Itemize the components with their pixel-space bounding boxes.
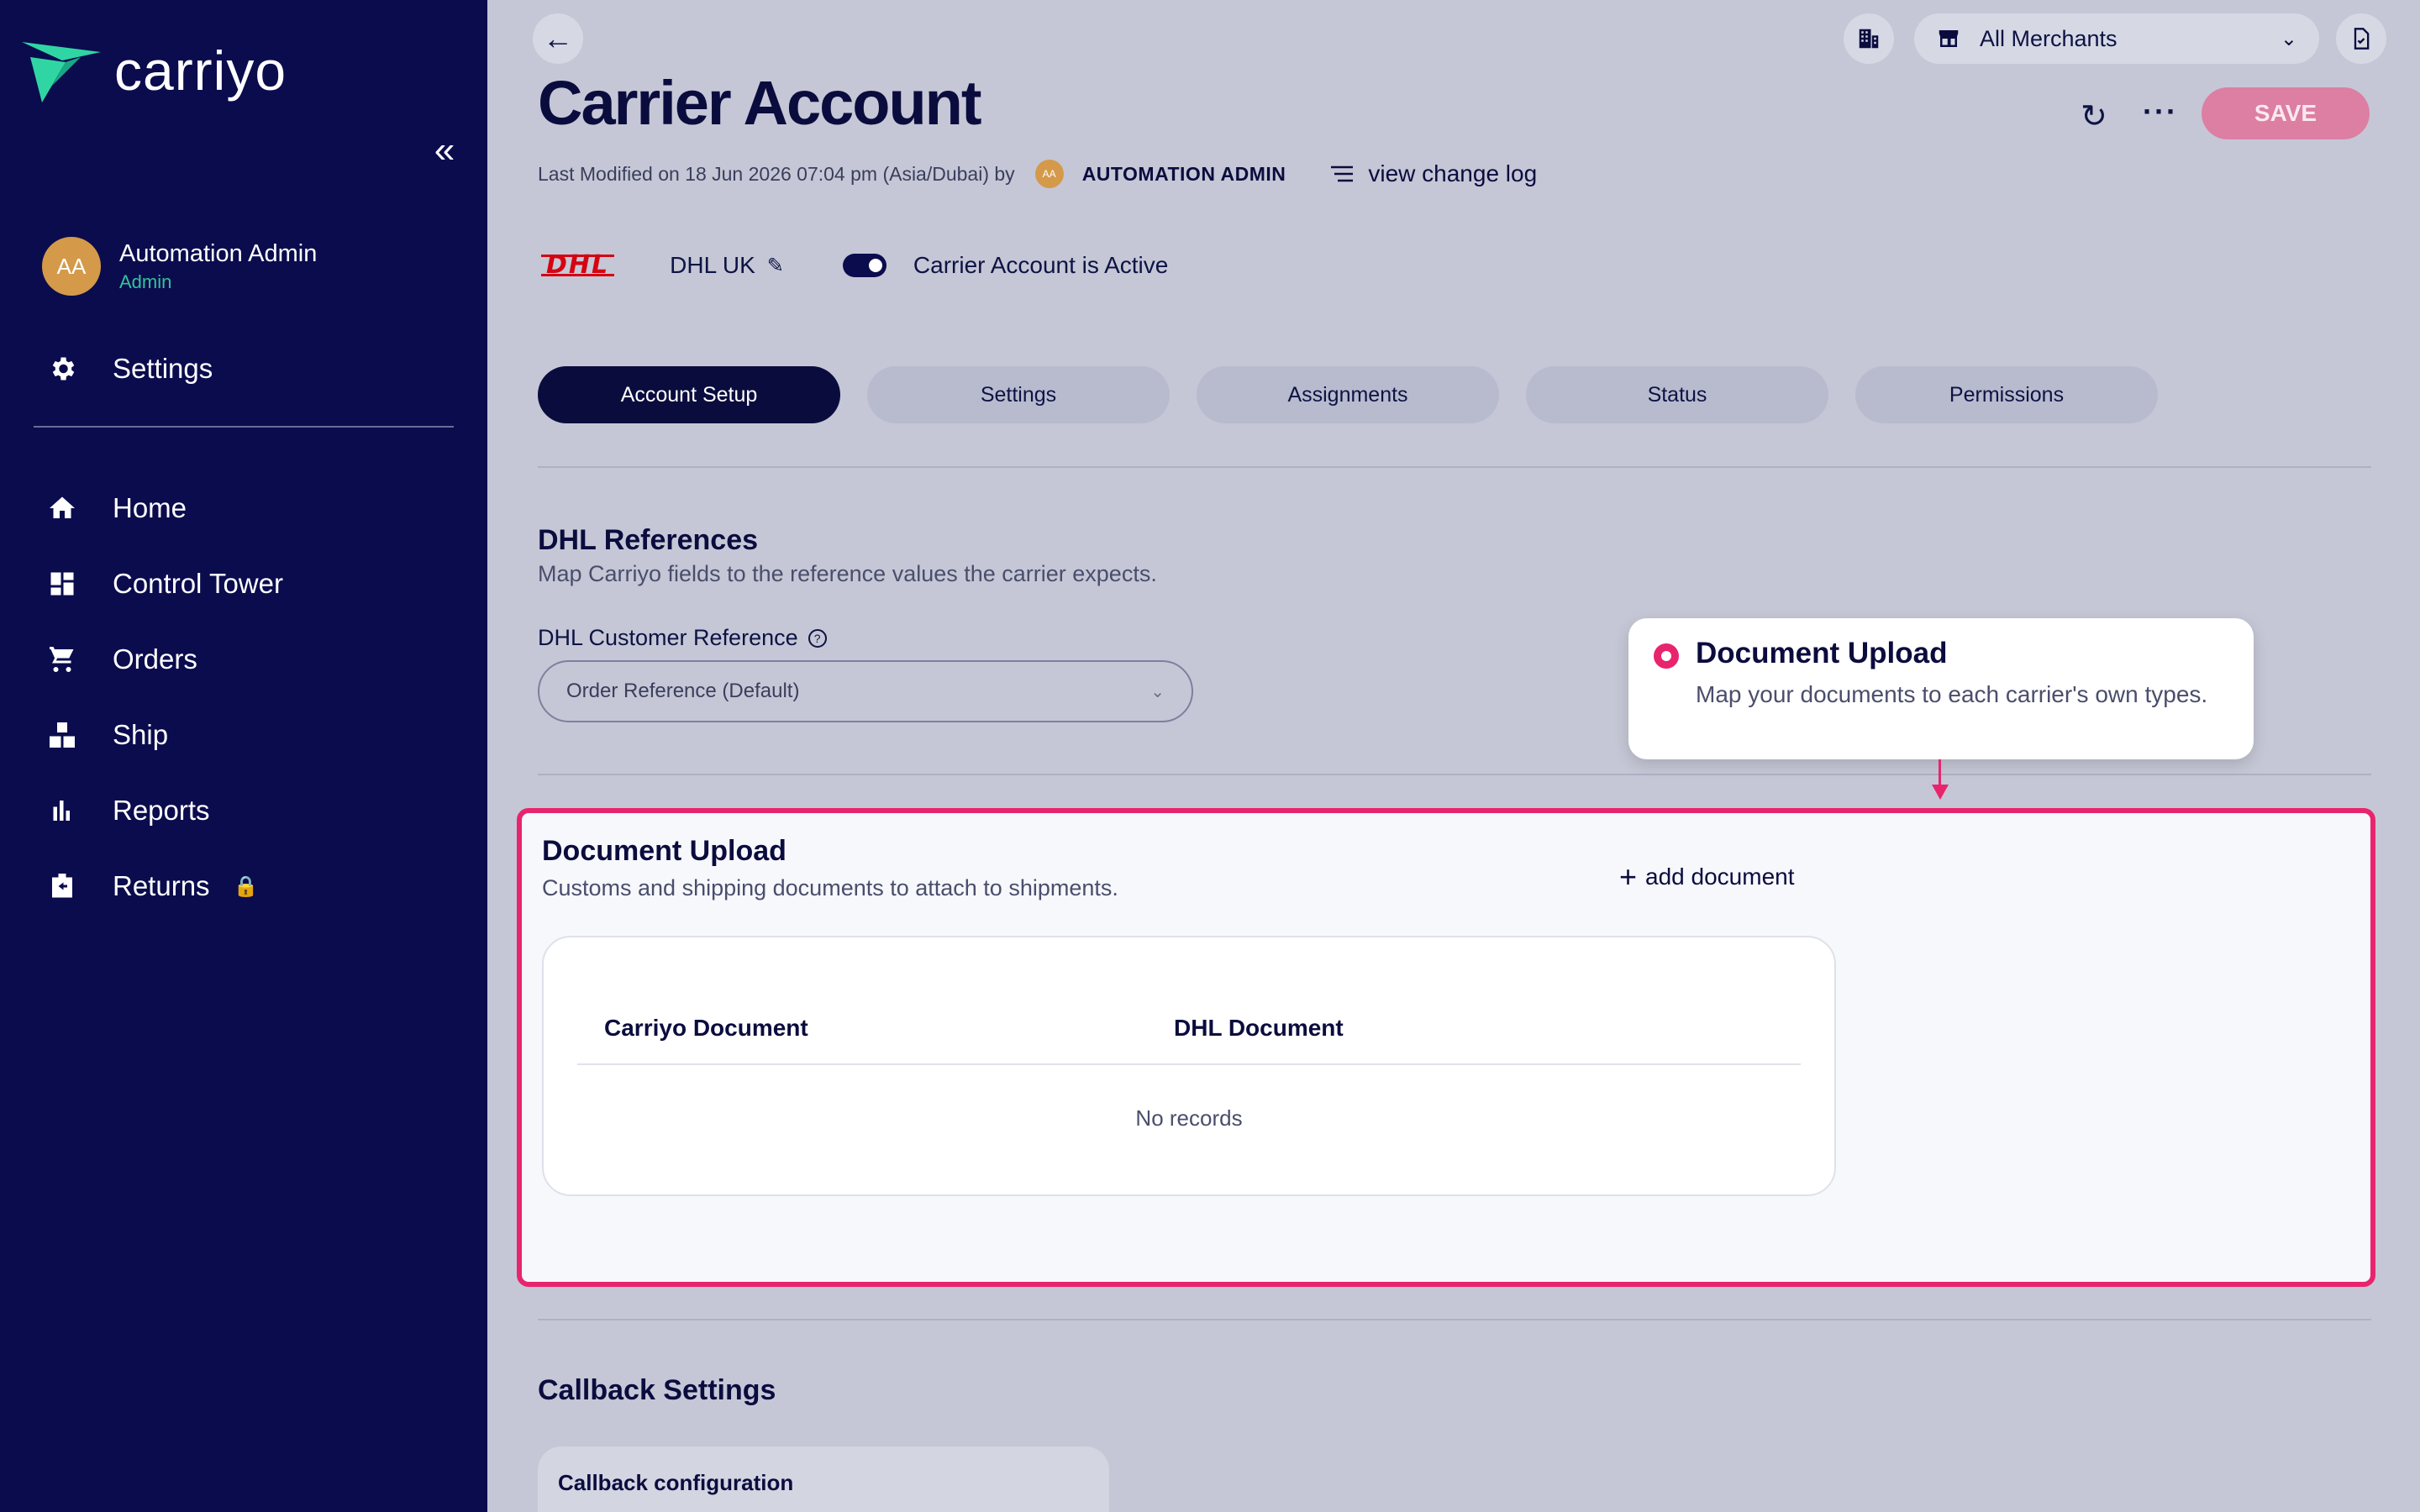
onboarding-tooltip: Document Upload Map your documents to ea… [1628, 618, 2254, 759]
refresh-icon[interactable]: ↻ [2081, 97, 2107, 135]
add-document-label: add document [1645, 864, 1795, 890]
store-icon [1939, 30, 1959, 47]
return-box-icon [52, 874, 72, 898]
divider [538, 1319, 2371, 1320]
carrier-name: DHL UK [670, 252, 755, 278]
merchant-select-value: All Merchants [1980, 25, 2118, 51]
references-title: DHL References [538, 524, 759, 556]
document-check-icon[interactable] [2336, 13, 2386, 64]
dashboard-icon [50, 572, 74, 596]
tooltip-indicator-icon [1654, 643, 1679, 669]
table-header-divider [577, 1063, 1801, 1065]
back-arrow-icon[interactable]: ← [533, 13, 583, 64]
sidebar-item-label: Control Tower [113, 568, 283, 599]
view-change-log-link[interactable]: view change log [1329, 160, 1537, 187]
sidebar-item-label: Returns [113, 870, 210, 901]
column-header-dhl-document: DHL Document [1174, 1015, 1344, 1041]
bar-chart-icon [53, 801, 70, 821]
more-options-icon[interactable]: ··· [2143, 94, 2178, 129]
references-subtitle: Map Carriyo fields to the reference valu… [538, 561, 1157, 586]
edit-pencil-icon[interactable]: ✎ [767, 254, 784, 278]
plus-icon: + [1619, 859, 1638, 894]
sidebar-item-returns[interactable]: Returns 🔒 [47, 848, 283, 924]
cart-icon [50, 647, 74, 672]
carrier-header: DHL DHL UK ✎ Carrier Account is Active [541, 252, 1168, 279]
main-content: ← All Merchants ⌄ Carrier Account ↻ ··· … [487, 0, 2420, 1512]
field-label-text: DHL Customer Reference [538, 625, 798, 650]
home-icon [50, 496, 75, 518]
callback-settings-title: Callback Settings [538, 1374, 776, 1406]
sidebar-item-reports[interactable]: Reports [47, 773, 283, 848]
user-role: Admin [119, 270, 172, 292]
carriyo-bird-icon [22, 42, 101, 102]
gear-icon [52, 357, 75, 381]
tab-settings[interactable]: Settings [867, 366, 1170, 423]
customer-reference-value: Order Reference (Default) [566, 680, 800, 702]
tab-assignments[interactable]: Assignments [1197, 366, 1499, 423]
chevron-down-icon: ⌄ [2280, 27, 2297, 50]
view-change-log-label: view change log [1368, 160, 1538, 186]
tooltip-body: Map your documents to each carrier's own… [1696, 681, 2208, 707]
customer-reference-select[interactable]: Order Reference (Default) ⌄ [538, 660, 1193, 722]
active-toggle[interactable] [842, 254, 886, 277]
document-table: Carriyo Document DHL Document No records [542, 936, 1836, 1196]
sidebar-item-label: Settings [113, 353, 213, 384]
sidebar-item-control-tower[interactable]: Control Tower [47, 546, 283, 622]
page-title: Carrier Account [538, 68, 982, 138]
active-status-label: Carrier Account is Active [913, 252, 1169, 278]
brand-name: carriyo [114, 39, 287, 102]
lock-icon: 🔒 [233, 874, 259, 898]
merchant-select[interactable]: All Merchants ⌄ [1914, 13, 2319, 64]
sidebar-divider [34, 426, 454, 428]
user-profile[interactable]: AA Automation Admin Admin [42, 237, 317, 296]
sidebar-item-label: Orders [113, 643, 197, 675]
tab-account-setup[interactable]: Account Setup [538, 366, 840, 423]
document-upload-title: Document Upload [542, 835, 786, 867]
list-icon [1331, 165, 1354, 182]
chevron-down-icon: ⌄ [1150, 682, 1165, 701]
dhl-logo: DHL [541, 253, 615, 278]
sidebar-item-label: Ship [113, 719, 169, 750]
help-icon[interactable]: ? [808, 628, 827, 648]
add-document-button[interactable]: + add document [1619, 859, 1795, 894]
tooltip-arrow-head [1932, 785, 1949, 800]
carriyo-logo[interactable]: carriyo [22, 39, 287, 102]
building-icon[interactable] [1844, 13, 1894, 64]
sidebar-item-label: Home [113, 492, 187, 523]
tab-permissions[interactable]: Permissions [1855, 366, 2158, 423]
customer-reference-label: DHL Customer Reference ? [538, 625, 827, 651]
tab-bar: Account Setup Settings Assignments Statu… [538, 366, 2158, 423]
document-upload-subtitle: Customs and shipping documents to attach… [542, 875, 1118, 900]
avatar: AA [42, 237, 101, 296]
collapse-sidebar-icon[interactable]: « [427, 132, 462, 169]
avatar: AA [1034, 160, 1064, 188]
modified-by-user: AUTOMATION ADMIN [1081, 162, 1286, 185]
empty-state: No records [1135, 1105, 1243, 1131]
sidebar-item-label: Reports [113, 795, 210, 826]
divider [538, 466, 2371, 468]
sidebar-item-orders[interactable]: Orders [47, 622, 283, 697]
sidebar: carriyo « AA Automation Admin Admin Sett… [0, 0, 487, 1512]
tooltip-title: Document Upload [1696, 637, 1948, 669]
tab-status[interactable]: Status [1526, 366, 1828, 423]
boxes-icon [50, 722, 75, 748]
column-header-carriyo-document: Carriyo Document [604, 1015, 808, 1041]
sidebar-item-home[interactable]: Home [47, 470, 283, 546]
tooltip-arrow [1939, 759, 1941, 788]
sidebar-item-settings[interactable]: Settings [47, 353, 213, 385]
sidebar-nav: Home Control Tower Orders Ship Reports R… [47, 470, 283, 924]
last-modified: Last Modified on 18 Jun 2026 07:04 pm (A… [538, 160, 1537, 188]
callback-card-label: Callback configuration [558, 1470, 794, 1495]
user-name: Automation Admin [119, 239, 318, 267]
save-button[interactable]: SAVE [2202, 87, 2370, 139]
callback-config-card[interactable]: Callback configuration [538, 1446, 1109, 1512]
document-upload-section: Document Upload Customs and shipping doc… [517, 808, 2375, 1287]
last-modified-text: Last Modified on 18 Jun 2026 07:04 pm (A… [538, 162, 1015, 185]
sidebar-item-ship[interactable]: Ship [47, 697, 283, 773]
divider [538, 774, 2371, 775]
